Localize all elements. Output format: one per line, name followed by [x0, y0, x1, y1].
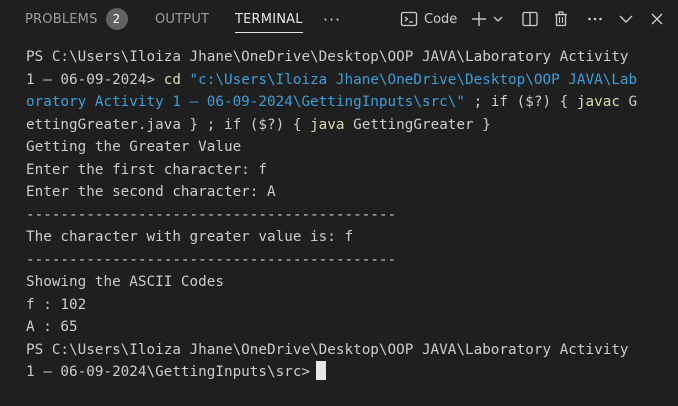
- prompt-path: PS C:\Users\Iloiza Jhane\OneDrive\Deskto…: [26, 341, 629, 358]
- split-terminal-button[interactable]: [521, 9, 539, 29]
- panel-tab-bar: PROBLEMS 2 OUTPUT TERMINAL ··· Code: [0, 0, 678, 38]
- shell-selector[interactable]: Code: [400, 9, 457, 29]
- tab-terminal[interactable]: TERMINAL: [235, 0, 303, 38]
- command-keyword: cd: [163, 71, 181, 88]
- split-icon: [521, 10, 539, 28]
- output-line: A : 65: [26, 319, 78, 335]
- terminal-line: 1 – 06-09-2024> cd "c:\Users\Iloiza Jhan…: [26, 69, 666, 92]
- tab-problems[interactable]: PROBLEMS 2: [25, 0, 128, 38]
- close-panel-button[interactable]: [649, 9, 665, 29]
- terminal-panel: PROBLEMS 2 OUTPUT TERMINAL ··· Code PS C…: [0, 0, 678, 406]
- new-terminal-button[interactable]: [470, 9, 488, 29]
- separator-line: ----------------------------------------…: [26, 251, 397, 268]
- more-tabs-icon[interactable]: ···: [322, 9, 342, 29]
- plus-icon: [470, 10, 488, 28]
- command-text: GettingGreater }: [344, 116, 491, 133]
- trash-icon: [552, 10, 570, 28]
- shell-label: Code: [424, 11, 458, 27]
- terminal-cursor: [316, 361, 327, 380]
- terminal-line: oratory Activity 1 – 06-09-2024\GettingI…: [26, 91, 666, 114]
- chevron-down-icon: [618, 11, 634, 27]
- tab-terminal-label: TERMINAL: [235, 11, 303, 27]
- command-string: oratory Activity 1 – 06-09-2024\GettingI…: [26, 94, 465, 110]
- more-actions-button[interactable]: [586, 9, 604, 29]
- separator-line: ----------------------------------------…: [26, 206, 397, 223]
- command-text: ;: [464, 94, 491, 110]
- output-line: f : 102: [26, 296, 87, 313]
- tab-output[interactable]: OUTPUT: [155, 0, 209, 38]
- chevron-down-icon: [492, 13, 504, 25]
- kill-terminal-button[interactable]: [552, 9, 570, 29]
- prompt-path: 1 – 06-09-2024>: [26, 71, 164, 88]
- command-keyword: if: [223, 116, 242, 133]
- terminal-line: ettingGreater.java } ; if ($?) { java Ge…: [26, 114, 666, 137]
- prompt-path: PS C:\Users\Iloiza Jhane\OneDrive\Deskto…: [26, 49, 629, 65]
- terminal-line: PS C:\Users\Iloiza Jhane\OneDrive\Deskto…: [26, 339, 666, 362]
- terminal-icon: [400, 10, 418, 28]
- command-keyword: java: [310, 116, 345, 133]
- command-text: G: [619, 94, 638, 110]
- tab-output-label: OUTPUT: [155, 11, 210, 27]
- tab-problems-label: PROBLEMS: [25, 11, 98, 27]
- maximize-panel-button[interactable]: [618, 9, 634, 29]
- close-icon: [649, 11, 665, 27]
- command-text: ($?) {: [508, 94, 577, 110]
- output-line: The character with greater value is: f: [26, 229, 354, 245]
- more-icon: [586, 10, 604, 28]
- output-line: Enter the second character: A: [26, 184, 276, 200]
- terminal-output[interactable]: PS C:\Users\Iloiza Jhane\OneDrive\Deskto…: [26, 46, 666, 384]
- command-keyword: javac: [576, 94, 620, 110]
- command-string: "c:\Users\Iloiza Jhane\OneDrive\Desktop\…: [180, 71, 638, 88]
- terminal-line: 1 – 06-09-2024\GettingInputs\src>: [26, 361, 666, 384]
- terminal-line: PS C:\Users\Iloiza Jhane\OneDrive\Deskto…: [26, 46, 666, 69]
- output-line: Getting the Greater Value: [26, 139, 242, 155]
- problems-count-badge: 2: [105, 8, 128, 30]
- prompt-path: 1 – 06-09-2024\GettingInputs\src>: [26, 364, 311, 380]
- command-text: ($?) {: [241, 116, 311, 133]
- output-line: Showing the ASCII Codes: [26, 274, 224, 290]
- command-text: ettingGreater.java } ;: [26, 116, 224, 133]
- command-keyword: if: [490, 94, 509, 110]
- output-line: Enter the first character: f: [26, 161, 268, 178]
- terminal-profiles-dropdown[interactable]: [492, 9, 504, 29]
